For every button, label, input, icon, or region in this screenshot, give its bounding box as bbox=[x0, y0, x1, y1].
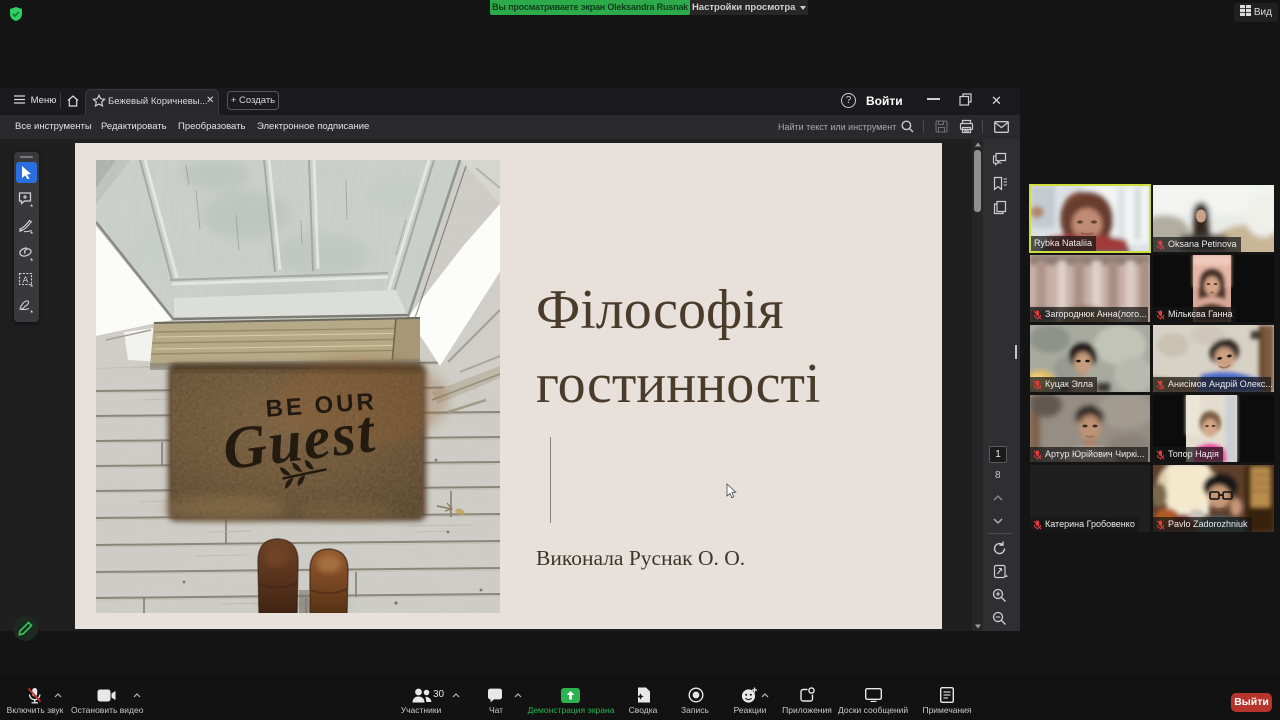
svg-text:A: A bbox=[23, 274, 29, 284]
